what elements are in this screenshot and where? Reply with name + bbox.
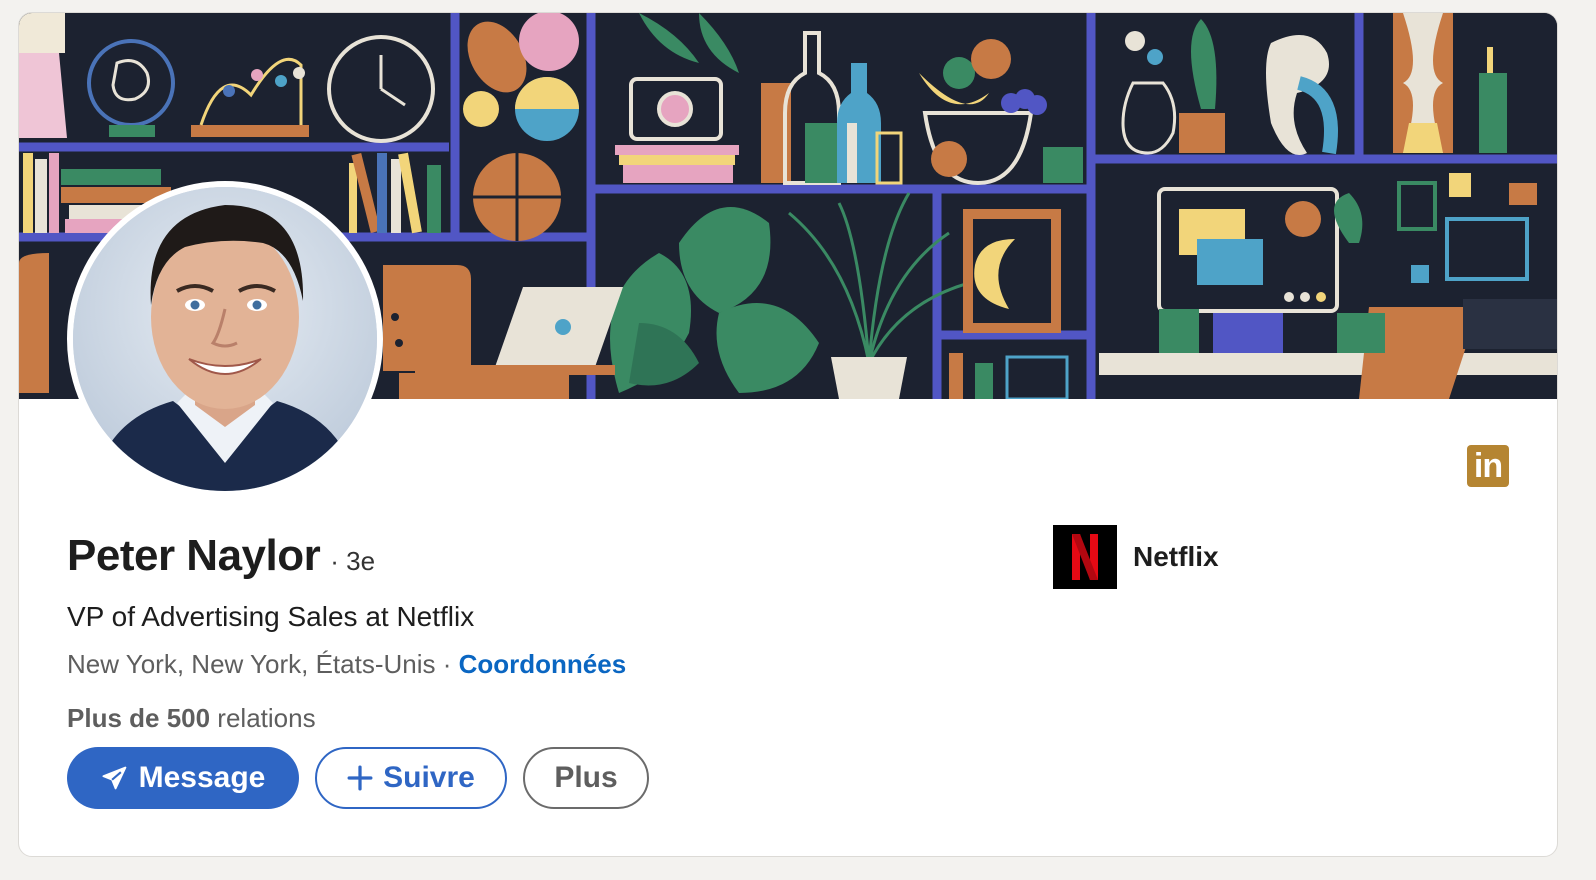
linkedin-badge-icon: in bbox=[1467, 445, 1509, 487]
profile-headline: VP of Advertising Sales at Netflix bbox=[67, 601, 475, 632]
follow-button[interactable]: Suivre bbox=[315, 747, 507, 809]
message-button[interactable]: Message bbox=[67, 747, 299, 809]
connections-count[interactable]: Plus de 500 relations bbox=[67, 703, 316, 734]
message-button-label: Message bbox=[138, 761, 266, 794]
connections-count-bold: Plus de 500 bbox=[67, 703, 211, 733]
plus-icon bbox=[347, 765, 373, 791]
name-row: Peter Naylor · 3e bbox=[67, 531, 375, 581]
netflix-logo-icon bbox=[1053, 525, 1117, 589]
more-button-label: Plus bbox=[554, 761, 618, 794]
current-company[interactable]: Netflix bbox=[1053, 525, 1219, 589]
location-row: New York, New York, États-Unis · Coordon… bbox=[67, 649, 626, 680]
send-icon bbox=[101, 764, 129, 792]
profile-location: New York, New York, États-Unis bbox=[67, 649, 436, 679]
profile-card: in Peter Naylor · 3e VP of Advertising S… bbox=[18, 12, 1558, 857]
follow-button-label: Suivre bbox=[383, 761, 475, 794]
contact-info-link[interactable]: Coordonnées bbox=[459, 649, 627, 679]
profile-name: Peter Naylor bbox=[67, 531, 321, 580]
connection-degree: · 3e bbox=[330, 546, 376, 576]
avatar-photo bbox=[73, 187, 377, 491]
company-name: Netflix bbox=[1133, 541, 1219, 572]
more-button[interactable]: Plus bbox=[523, 747, 649, 809]
location-separator: · bbox=[435, 649, 459, 679]
connections-count-label: relations bbox=[210, 703, 316, 733]
profile-avatar[interactable] bbox=[67, 181, 383, 497]
